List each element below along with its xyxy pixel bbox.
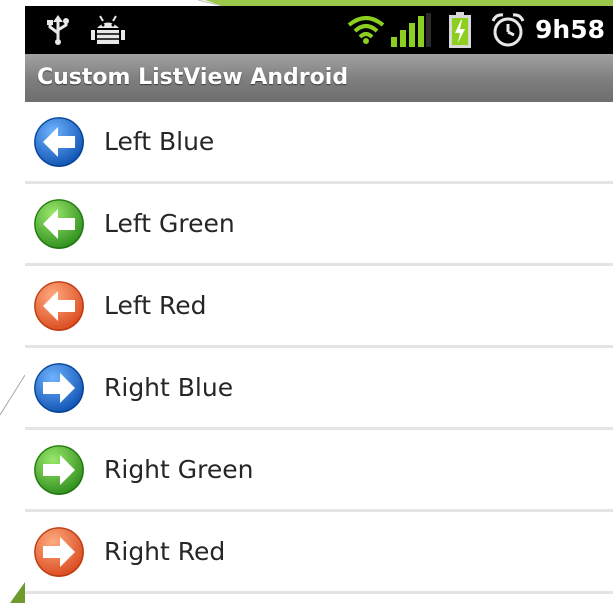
battery-charging-icon [449,6,471,54]
arrow-left-green-icon [33,198,85,250]
list-item-left-green[interactable]: Left Green [25,184,613,266]
arrow-left-blue-icon [33,116,85,168]
arrow-left-red-icon [33,280,85,332]
list-item-left-red[interactable]: Left Red [25,266,613,348]
list-item-right-blue[interactable]: Right Blue [25,348,613,430]
action-bar: Custom ListView Android [25,54,613,102]
list-item-right-green[interactable]: Right Green [25,430,613,512]
wifi-icon [347,6,385,54]
list-item-label: Right Red [104,537,226,566]
arrow-right-red-icon [33,526,85,578]
usb-icon [47,6,69,54]
android-debug-icon [91,6,125,54]
list-item-left-blue[interactable]: Left Blue [25,102,613,184]
slide-accent-corner [10,582,25,603]
status-time: 9h58 [535,15,605,44]
list-item-label: Left Green [104,209,235,238]
list-item-label: Right Green [104,455,254,484]
custom-list-view[interactable]: Left Blue Left Green Left Red Right Blue… [25,102,613,594]
status-bar: 9h58 [25,6,613,54]
signal-icon [391,6,431,54]
list-item-right-red[interactable]: Right Red [25,512,613,594]
phone-screen: 9h58 Custom ListView Android Left Blue L… [25,6,613,603]
list-item-label: Left Blue [104,127,215,156]
list-item-label: Right Blue [104,373,234,402]
alarm-icon [491,6,525,54]
presentation-slide: 9h58 Custom ListView Android Left Blue L… [0,0,613,603]
app-title: Custom ListView Android [37,65,349,90]
arrow-right-blue-icon [33,362,85,414]
arrow-right-green-icon [33,444,85,496]
slide-accent-line-left [0,374,26,416]
list-item-label: Left Red [104,291,207,320]
